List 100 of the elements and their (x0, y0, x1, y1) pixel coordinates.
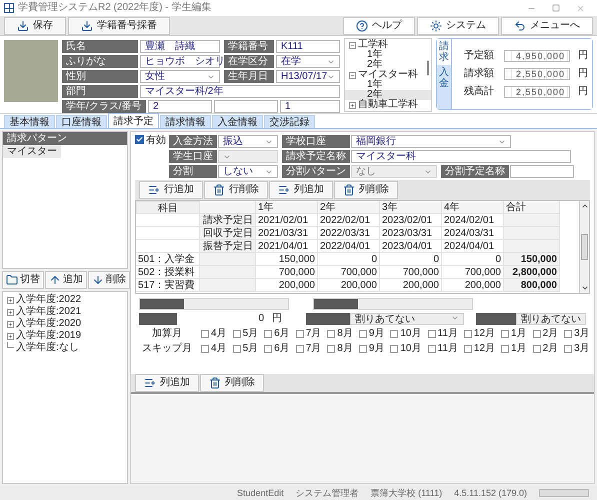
month-checkbox[interactable]: 7月 (296, 343, 322, 355)
dropdown[interactable]: しない (218, 165, 278, 178)
expand-icon[interactable] (7, 320, 14, 328)
toolbar-button[interactable]: 行追加 (139, 181, 203, 199)
input-field[interactable] (510, 165, 574, 178)
tree-node[interactable]: 1年 (345, 50, 431, 60)
tree-node[interactable]: マイスター科 (358, 70, 418, 80)
toolbar-button[interactable]: 列追加 (269, 181, 333, 199)
scroll-up-icon[interactable] (580, 202, 588, 210)
enabled-checkbox[interactable]: 有効 (135, 135, 165, 146)
table-cell: 2023/02/01 (380, 214, 442, 227)
table-cell: 700,000 (256, 266, 318, 279)
month-checkbox[interactable]: 11月 (428, 328, 458, 340)
tree-node[interactable]: 1年 (345, 80, 431, 90)
scrollbar-thumb[interactable] (581, 234, 588, 260)
dropdown[interactable]: 振込 (218, 135, 278, 148)
month-checkbox[interactable]: 10月 (390, 328, 422, 340)
month-checkbox[interactable]: 1月 (501, 328, 527, 340)
month-checkbox[interactable]: 5月 (232, 328, 258, 340)
input-field[interactable]: 2 (148, 100, 212, 113)
toolbar-button[interactable]: 行削除 (204, 181, 268, 199)
expand-icon[interactable] (7, 332, 14, 340)
month-checkbox[interactable]: 4月 (201, 343, 227, 355)
month-checkbox[interactable]: 2月 (532, 328, 558, 340)
tree-node[interactable]: 入学年度:2021 (16, 306, 82, 318)
tab[interactable]: 請求情報 (160, 115, 211, 128)
table-cell: 2021/03/31 (256, 227, 318, 240)
month-checkbox[interactable]: 10月 (390, 343, 422, 355)
input-field[interactable] (214, 100, 278, 113)
input-field[interactable]: K111 (276, 40, 340, 53)
table-cell: 2022/04/01 (318, 240, 380, 253)
toolbar-button[interactable]: 追加 (45, 271, 87, 289)
month-checkbox[interactable]: 12月 (464, 328, 496, 340)
row-label: スキップ月 (141, 343, 193, 355)
tree-node[interactable]: 2年 (345, 90, 431, 100)
tab[interactable]: 交渉記録 (264, 115, 315, 128)
toolbar-button[interactable]: 学籍番号採番 (68, 16, 170, 34)
input-field[interactable]: マイスター科 (351, 150, 571, 163)
month-checkbox[interactable]: 3月 (564, 343, 590, 355)
up-arrow-icon (49, 274, 61, 286)
close-icon[interactable] (576, 4, 585, 12)
list-item[interactable]: マイスター (3, 145, 61, 158)
toolbar-button[interactable]: 保存 (4, 16, 66, 34)
table-cell: 2022/03/31 (318, 227, 380, 240)
tab[interactable]: 口座情報 (56, 115, 107, 128)
dropdown[interactable]: H13/07/17 (276, 70, 340, 83)
dropdown[interactable]: 割りあてない (350, 313, 464, 325)
dropdown[interactable] (139, 298, 289, 310)
month-checkbox[interactable]: 9月 (358, 328, 384, 340)
collapse-icon[interactable] (349, 72, 356, 78)
tree-node[interactable]: 工学科 (358, 40, 388, 50)
toolbar-button[interactable]: メニューへ (501, 16, 593, 34)
month-checkbox[interactable]: 2月 (532, 343, 558, 355)
month-checkbox[interactable]: 1月 (501, 343, 527, 355)
toolbar-button[interactable]: 列削除 (200, 374, 264, 392)
tree-node[interactable]: 入学年度:なし (16, 342, 79, 354)
maximize-icon[interactable] (552, 4, 560, 12)
month-checkbox[interactable]: 4月 (201, 328, 227, 340)
dropdown[interactable]: 女性 (140, 70, 220, 83)
readonly-field: 割りあてない (516, 313, 586, 325)
tree-node[interactable]: 自動車工学科 (358, 100, 418, 110)
toolbar-button[interactable]: システム (417, 16, 499, 34)
toolbar-button[interactable]: 列削除 (334, 181, 398, 199)
month-checkbox[interactable]: 8月 (327, 328, 353, 340)
side-tab[interactable]: 入金 (437, 65, 451, 109)
amount-value: 0 (257, 313, 264, 325)
toolbar-button[interactable]: ヘルプ (343, 16, 415, 34)
scroll-down-icon[interactable] (580, 284, 588, 292)
month-checkbox[interactable]: 12月 (464, 343, 496, 355)
expand-icon[interactable] (7, 308, 14, 316)
column-header: 1年 (256, 201, 318, 214)
input-field[interactable]: 豊瀬 詩織 (140, 40, 220, 53)
month-checkbox[interactable]: 6月 (264, 343, 290, 355)
unit-label: 円 (578, 87, 588, 97)
tree-node[interactable]: 2年 (345, 60, 431, 70)
tree-node[interactable]: 入学年度:2020 (16, 318, 82, 330)
tree-node[interactable]: 入学年度:2022 (16, 294, 82, 306)
input-field[interactable]: 1 (280, 100, 340, 113)
dropdown[interactable]: 福岡銀行 (351, 135, 511, 148)
month-checkbox[interactable]: 6月 (264, 328, 290, 340)
month-checkbox[interactable]: 7月 (296, 328, 322, 340)
toolbar-button[interactable]: 削除 (88, 271, 130, 289)
toolbar-button[interactable]: 列追加 (135, 374, 199, 392)
input-field[interactable]: ヒョウボ シオリ (140, 55, 220, 68)
month-checkbox[interactable]: 9月 (358, 343, 384, 355)
expand-icon[interactable] (7, 296, 14, 304)
collapse-icon[interactable] (349, 42, 356, 48)
side-tab[interactable]: 請求 (437, 39, 451, 65)
tab[interactable]: 基本情報 (4, 115, 55, 128)
month-checkbox[interactable]: 3月 (564, 328, 590, 340)
dropdown[interactable]: 在学 (276, 55, 340, 68)
month-checkbox[interactable]: 5月 (232, 343, 258, 355)
month-checkbox[interactable]: 11月 (428, 343, 458, 355)
toolbar-button[interactable]: 切替 (2, 271, 44, 289)
month-checkbox[interactable]: 8月 (327, 343, 353, 355)
tab[interactable]: 入金情報 (212, 115, 263, 128)
dropdown[interactable] (313, 298, 473, 310)
tree-node[interactable]: 入学年度:2019 (16, 330, 82, 342)
expand-icon[interactable] (349, 102, 356, 108)
tab[interactable]: 請求予定 (108, 113, 159, 128)
